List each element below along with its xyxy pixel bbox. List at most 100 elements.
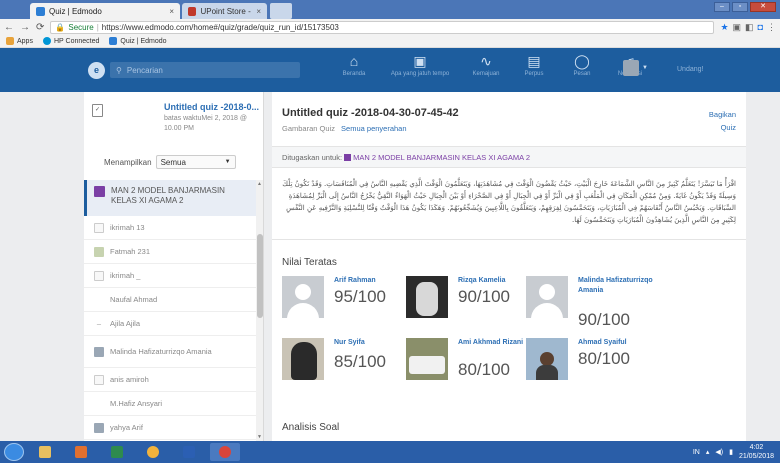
student-avatar [94,222,104,233]
maximize-icon[interactable]: ▫ [732,2,748,12]
list-item[interactable]: M.Hafiz Ansyari [84,392,256,416]
quiz-links: Gambaran Quiz Semua penyerahan [282,124,411,133]
scroll-up-icon[interactable]: ▲ [257,181,262,187]
chevron-down-icon[interactable]: ▼ [642,65,648,71]
top-score-card[interactable]: Ahmad Syaiful 80/100 [526,338,666,396]
reload-icon[interactable]: ⟳ [36,22,44,33]
paint-icon [147,446,159,458]
scroll-down-icon[interactable]: ▼ [257,434,262,440]
top-score-card[interactable]: Malinda Hafizaturrizqo Amania 90/100 [526,276,666,334]
list-item[interactable]: Fatmah 231 [84,240,256,264]
taskbar-word[interactable] [174,443,204,461]
nav-progress[interactable]: ∿ Kemajuan [462,54,510,78]
list-item[interactable]: Naufal Ahmad [84,288,256,312]
new-tab-button[interactable] [270,3,292,19]
nav-messages[interactable]: ◯ Pesan [558,54,606,78]
forward-arrow-icon[interactable]: → [20,22,30,33]
sidebar-scrollbar[interactable]: ▲ ▼ [256,180,263,441]
list-item[interactable]: Malinda Hafizaturrizqo Amania [84,336,256,368]
top-score-card[interactable]: Rizqa Kamelia 90/100 [406,276,546,334]
search-icon: ⚲ [116,65,122,75]
quiz-overview-link[interactable]: Gambaran Quiz [282,124,335,133]
student-list: MAN 2 MODEL BANJARMASIN KELAS XI AGAMA 2… [84,180,256,440]
list-item[interactable]: ikrimah _ [84,264,256,288]
volume-icon[interactable]: ◀) [715,448,723,456]
taskbar-paint[interactable] [138,443,168,461]
edmodo-logo-icon[interactable]: e [88,62,105,79]
top-score-card[interactable]: Arif Rahman 95/100 [282,276,422,334]
quiz-detail-panel: Untitled quiz -2018-04-30-07-45-42 Gamba… [272,92,746,441]
omnibox-bar: ← → ⟳ 🔒 Secure | https://www.edmodo.com/… [0,19,780,35]
all-submissions-link[interactable]: Semua penyerahan [341,124,406,133]
student-photo [406,276,448,318]
taskbar-excel[interactable] [102,443,132,461]
minimize-icon[interactable]: – [714,2,730,12]
address-bar[interactable]: 🔒 Secure | https://www.edmodo.com/home#/… [50,20,715,34]
window-controls: – ▫ ✕ [714,2,776,12]
top-score-card[interactable]: Ami Akhmad Rizani 80/100 [406,338,546,396]
search-input[interactable]: ⚲ Pencarian [110,62,300,78]
bookmark-quiz-edmodo[interactable]: Quiz | Edmodo [109,37,167,45]
tab-edmodo[interactable]: Quiz | Edmodo × [30,3,180,19]
submissions-sidebar: ✓ Untitled quiz -2018-0... batas waktuMe… [84,92,264,441]
group-name: MAN 2 MODEL BANJARMASIN KELAS XI AGAMA 2 [111,186,225,205]
list-item[interactable]: ikrimah 13 [84,216,256,240]
assigned-group-link[interactable]: MAN 2 MODEL BANJARMASIN KELAS XI AGAMA 2 [353,153,530,162]
extension-icon[interactable]: ◧ [745,22,754,33]
excel-icon [111,446,123,458]
nav-due[interactable]: ▣ Apa yang jatuh tempo [378,54,462,78]
menu-dots-icon[interactable]: ⋮ [767,22,776,33]
student-avatar [94,399,104,409]
bookmark-apps[interactable]: Apps [6,37,33,45]
scrollbar-thumb[interactable] [257,234,263,318]
lock-icon: 🔒 [55,22,66,32]
bookmark-star-icon[interactable]: ★ [720,22,728,33]
filter-select[interactable]: Semua ▼ [155,155,236,169]
start-button-icon[interactable] [4,443,24,461]
nav-library[interactable]: ▤ Perpus [510,54,558,78]
taskbar-explorer[interactable] [30,443,60,461]
language-indicator[interactable]: IN [693,449,700,456]
nav-home[interactable]: ⌂ Beranda [330,53,378,78]
close-tab-icon[interactable]: × [256,7,261,16]
sidebar-quiz-title: Untitled quiz -2018-0... [164,102,260,112]
list-item[interactable]: – Ajila Ajila [84,312,256,336]
word-icon [183,446,195,458]
signal-icon[interactable]: ▮ [729,448,733,456]
question-analysis-heading: Analisis Soal [282,422,340,433]
group-color-icon [344,154,352,161]
edmodo-favicon-icon [36,6,45,16]
divider [272,239,746,240]
secure-label: Secure [68,22,94,32]
taskbar-media[interactable] [66,443,96,461]
list-item[interactable]: anis amiroh [84,368,256,392]
share-quiz-link[interactable]: Bagikan Quiz [709,108,736,134]
close-tab-icon[interactable]: × [169,7,174,16]
close-window-icon[interactable]: ✕ [750,2,776,12]
student-name: Ahmad Syaiful [578,339,627,346]
tab-upoint[interactable]: UPoint Store - Steam Po × [182,3,267,19]
student-avatar [94,346,104,357]
quiz-document-icon: ✓ [92,104,103,117]
user-avatar[interactable] [623,60,639,76]
back-arrow-icon[interactable]: ← [4,22,14,33]
network-icon[interactable]: ▴ [706,448,710,456]
group-item[interactable]: MAN 2 MODEL BANJARMASIN KELAS XI AGAMA 2 [84,180,256,216]
list-item[interactable]: yahya Arif [84,416,256,440]
search-placeholder: Pencarian [126,65,163,75]
quiz-summary[interactable]: ✓ Untitled quiz -2018-0... batas waktuMe… [84,92,263,148]
student-photo [406,338,448,380]
extension-icon[interactable]: ◘ [758,22,763,33]
top-score-card[interactable]: Nur Syifa 85/100 [282,338,422,396]
system-tray: IN ▴ ◀) ▮ 4:02 21/05/2018 [693,443,774,461]
student-score: 90/100 [578,310,630,329]
taskbar-chrome[interactable] [210,443,240,461]
extension-icon[interactable]: ▣ [733,22,742,33]
system-clock[interactable]: 4:02 21/05/2018 [739,443,774,461]
edmodo-favicon-icon [109,37,118,45]
hp-icon [42,37,51,45]
student-avatar [94,422,104,433]
home-icon: ⌂ [349,53,359,69]
invite-link[interactable]: Undang! [677,66,703,73]
bookmark-hp-connected[interactable]: HP Connected [42,37,99,45]
